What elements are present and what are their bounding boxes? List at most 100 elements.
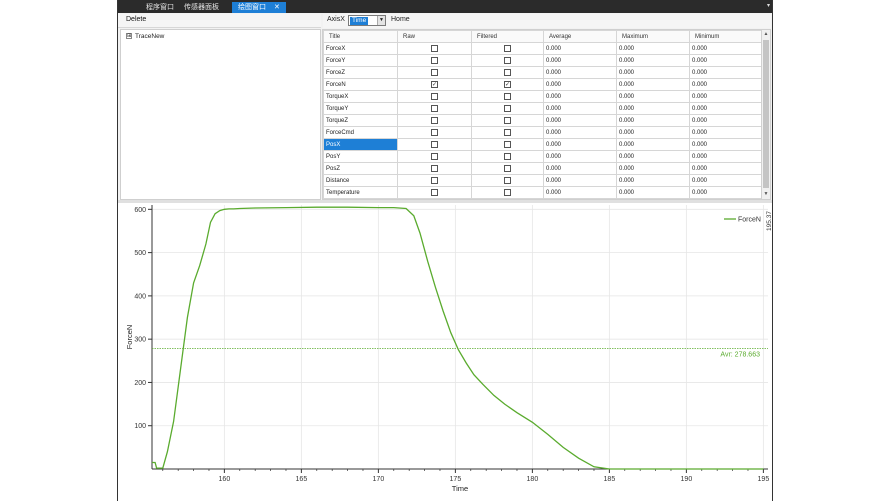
raw-checkbox[interactable]: [431, 177, 438, 184]
table-row[interactable]: ForceY 0.000 0.000 0.000: [323, 54, 764, 67]
column-header-raw[interactable]: Raw: [397, 30, 472, 43]
table-row[interactable]: TorqueY 0.000 0.000 0.000: [323, 102, 764, 115]
filtered-checkbox[interactable]: [504, 93, 511, 100]
cell-title[interactable]: ForceCmd: [323, 126, 398, 139]
cell-average[interactable]: 0.000: [543, 90, 617, 103]
cell-average[interactable]: 0.000: [543, 174, 617, 187]
cell-average[interactable]: 0.000: [543, 162, 617, 175]
scroll-down-icon[interactable]: ▼: [762, 190, 770, 199]
column-header-title[interactable]: Title: [323, 30, 398, 43]
cell-minimum[interactable]: 0.000: [689, 174, 764, 187]
raw-checkbox[interactable]: [431, 129, 438, 136]
cell-title[interactable]: TorqueX: [323, 90, 398, 103]
cell-average[interactable]: 0.000: [543, 66, 617, 79]
dropdown-arrow-icon[interactable]: ▼: [377, 16, 385, 25]
cell-maximum[interactable]: 0.000: [616, 126, 690, 139]
delete-button[interactable]: Delete: [126, 16, 146, 23]
table-row[interactable]: ForceX 0.000 0.000 0.000: [323, 42, 764, 55]
raw-cell[interactable]: [397, 102, 472, 115]
cell-title[interactable]: PosY: [323, 150, 398, 163]
raw-cell[interactable]: [397, 126, 472, 139]
filtered-checkbox[interactable]: ✓: [504, 81, 511, 88]
table-row[interactable]: ForceN ✓ ✓ 0.000 0.000 0.000: [323, 78, 764, 91]
raw-checkbox[interactable]: [431, 165, 438, 172]
cell-maximum[interactable]: 0.000: [616, 138, 690, 151]
table-row[interactable]: PosX 0.000 0.000 0.000: [323, 138, 764, 151]
raw-checkbox[interactable]: [431, 117, 438, 124]
filtered-checkbox[interactable]: [504, 153, 511, 160]
filtered-cell[interactable]: [471, 162, 544, 175]
filtered-checkbox[interactable]: [504, 45, 511, 52]
filtered-checkbox[interactable]: [504, 165, 511, 172]
cell-minimum[interactable]: 0.000: [689, 90, 764, 103]
cell-maximum[interactable]: 0.000: [616, 162, 690, 175]
grid-vertical-scrollbar[interactable]: ▲ ▼: [761, 30, 770, 199]
cell-maximum[interactable]: 0.000: [616, 114, 690, 127]
filtered-cell[interactable]: ✓: [471, 78, 544, 91]
filtered-cell[interactable]: [471, 114, 544, 127]
raw-cell[interactable]: [397, 174, 472, 187]
scrollbar-thumb[interactable]: [763, 40, 769, 188]
cell-minimum[interactable]: 0.000: [689, 66, 764, 79]
cell-minimum[interactable]: 0.000: [689, 114, 764, 127]
cell-maximum[interactable]: 0.000: [616, 102, 690, 115]
raw-cell[interactable]: [397, 150, 472, 163]
cell-title[interactable]: TorqueY: [323, 102, 398, 115]
cell-maximum[interactable]: 0.000: [616, 54, 690, 67]
table-row[interactable]: TorqueX 0.000 0.000 0.000: [323, 90, 764, 103]
home-button[interactable]: Home: [391, 16, 410, 23]
raw-checkbox[interactable]: [431, 141, 438, 148]
raw-cell[interactable]: [397, 138, 472, 151]
cell-title[interactable]: TorqueZ: [323, 114, 398, 127]
table-row[interactable]: PosY 0.000 0.000 0.000: [323, 150, 764, 163]
cell-minimum[interactable]: 0.000: [689, 150, 764, 163]
cell-title[interactable]: ForceN: [323, 78, 398, 91]
cell-minimum[interactable]: 0.000: [689, 54, 764, 67]
tree-node-tracenew[interactable]: ⊞ TraceNew: [126, 33, 164, 40]
raw-checkbox[interactable]: [431, 45, 438, 52]
raw-checkbox[interactable]: [431, 105, 438, 112]
cell-average[interactable]: 0.000: [543, 138, 617, 151]
raw-cell[interactable]: [397, 66, 472, 79]
filtered-checkbox[interactable]: [504, 69, 511, 76]
cell-minimum[interactable]: 0.000: [689, 102, 764, 115]
filtered-cell[interactable]: [471, 42, 544, 55]
cell-average[interactable]: 0.000: [543, 42, 617, 55]
cell-title[interactable]: ForceY: [323, 54, 398, 67]
cell-average[interactable]: 0.000: [543, 186, 617, 199]
scroll-up-icon[interactable]: ▲: [762, 30, 770, 39]
filtered-cell[interactable]: [471, 174, 544, 187]
forcen-chart[interactable]: 160 165 170 175 180 185 190 195 100 200 300 400 500 6…: [118, 203, 773, 501]
filtered-cell[interactable]: [471, 66, 544, 79]
filtered-checkbox[interactable]: [504, 57, 511, 64]
tab-program-window[interactable]: 程序窗口: [140, 2, 180, 13]
filtered-checkbox[interactable]: [504, 189, 511, 196]
raw-cell[interactable]: [397, 162, 472, 175]
cell-average[interactable]: 0.000: [543, 126, 617, 139]
cell-title[interactable]: ForceX: [323, 42, 398, 55]
table-row[interactable]: PosZ 0.000 0.000 0.000: [323, 162, 764, 175]
cell-maximum[interactable]: 0.000: [616, 42, 690, 55]
table-row[interactable]: ForceZ 0.000 0.000 0.000: [323, 66, 764, 79]
cell-title[interactable]: PosZ: [323, 162, 398, 175]
raw-checkbox[interactable]: [431, 69, 438, 76]
filtered-checkbox[interactable]: [504, 129, 511, 136]
cell-title[interactable]: Temperature: [323, 186, 398, 199]
tab-plot-window[interactable]: 绘图窗口 ✕: [232, 2, 286, 13]
filtered-cell[interactable]: [471, 102, 544, 115]
filtered-cell[interactable]: [471, 54, 544, 67]
filtered-cell[interactable]: [471, 126, 544, 139]
cell-minimum[interactable]: 0.000: [689, 78, 764, 91]
raw-checkbox[interactable]: [431, 57, 438, 64]
column-header-maximum[interactable]: Maximum: [616, 30, 690, 43]
raw-cell[interactable]: [397, 186, 472, 199]
series-line-forcen[interactable]: [152, 206, 764, 470]
filtered-cell[interactable]: [471, 150, 544, 163]
filtered-cell[interactable]: [471, 186, 544, 199]
cell-average[interactable]: 0.000: [543, 54, 617, 67]
column-header-average[interactable]: Average: [543, 30, 617, 43]
axis-x-select[interactable]: Time ▼: [348, 15, 386, 26]
raw-cell[interactable]: [397, 90, 472, 103]
cell-average[interactable]: 0.000: [543, 102, 617, 115]
filtered-checkbox[interactable]: [504, 105, 511, 112]
